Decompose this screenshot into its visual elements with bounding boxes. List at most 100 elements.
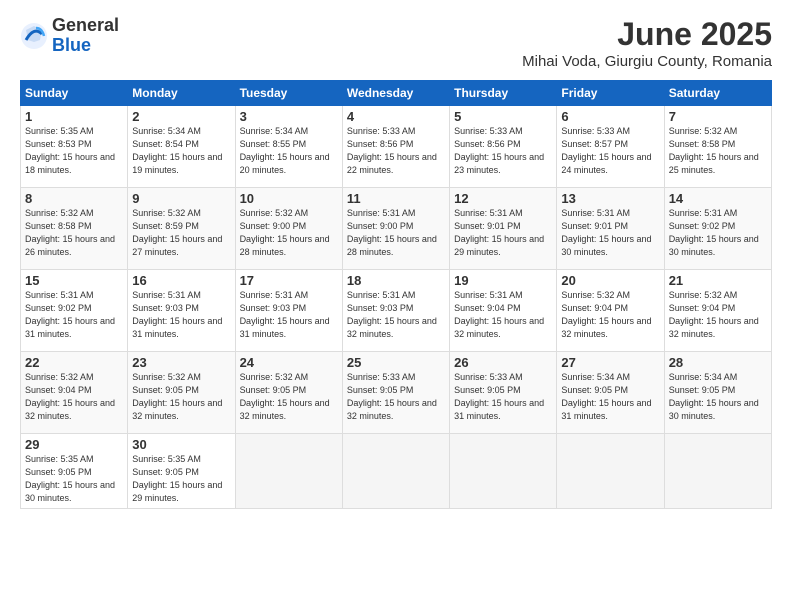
logo-icon bbox=[20, 22, 48, 50]
calendar-cell: 26Sunrise: 5:33 AM Sunset: 9:05 PM Dayli… bbox=[450, 352, 557, 434]
logo: General Blue bbox=[20, 16, 119, 56]
col-header-wednesday: Wednesday bbox=[342, 81, 449, 106]
day-info: Sunrise: 5:32 AM Sunset: 9:04 PM Dayligh… bbox=[25, 371, 123, 423]
calendar-cell: 18Sunrise: 5:31 AM Sunset: 9:03 PM Dayli… bbox=[342, 270, 449, 352]
day-info: Sunrise: 5:33 AM Sunset: 9:05 PM Dayligh… bbox=[347, 371, 445, 423]
calendar-cell: 5Sunrise: 5:33 AM Sunset: 8:56 PM Daylig… bbox=[450, 106, 557, 188]
day-number: 13 bbox=[561, 191, 659, 206]
day-number: 28 bbox=[669, 355, 767, 370]
calendar-cell: 28Sunrise: 5:34 AM Sunset: 9:05 PM Dayli… bbox=[664, 352, 771, 434]
day-number: 4 bbox=[347, 109, 445, 124]
calendar-cell: 21Sunrise: 5:32 AM Sunset: 9:04 PM Dayli… bbox=[664, 270, 771, 352]
day-number: 7 bbox=[669, 109, 767, 124]
day-number: 21 bbox=[669, 273, 767, 288]
day-info: Sunrise: 5:32 AM Sunset: 9:04 PM Dayligh… bbox=[669, 289, 767, 341]
col-header-monday: Monday bbox=[128, 81, 235, 106]
calendar-cell: 6Sunrise: 5:33 AM Sunset: 8:57 PM Daylig… bbox=[557, 106, 664, 188]
day-info: Sunrise: 5:31 AM Sunset: 9:02 PM Dayligh… bbox=[669, 207, 767, 259]
calendar-cell: 8Sunrise: 5:32 AM Sunset: 8:58 PM Daylig… bbox=[21, 188, 128, 270]
day-number: 16 bbox=[132, 273, 230, 288]
calendar-cell: 16Sunrise: 5:31 AM Sunset: 9:03 PM Dayli… bbox=[128, 270, 235, 352]
day-info: Sunrise: 5:31 AM Sunset: 9:02 PM Dayligh… bbox=[25, 289, 123, 341]
calendar-week-1: 1Sunrise: 5:35 AM Sunset: 8:53 PM Daylig… bbox=[21, 106, 772, 188]
day-number: 23 bbox=[132, 355, 230, 370]
day-number: 27 bbox=[561, 355, 659, 370]
calendar-header-row: SundayMondayTuesdayWednesdayThursdayFrid… bbox=[21, 81, 772, 106]
day-number: 5 bbox=[454, 109, 552, 124]
day-info: Sunrise: 5:31 AM Sunset: 9:03 PM Dayligh… bbox=[240, 289, 338, 341]
calendar-cell: 12Sunrise: 5:31 AM Sunset: 9:01 PM Dayli… bbox=[450, 188, 557, 270]
day-info: Sunrise: 5:32 AM Sunset: 9:05 PM Dayligh… bbox=[240, 371, 338, 423]
day-number: 1 bbox=[25, 109, 123, 124]
day-info: Sunrise: 5:35 AM Sunset: 9:05 PM Dayligh… bbox=[25, 453, 123, 505]
calendar-cell: 14Sunrise: 5:31 AM Sunset: 9:02 PM Dayli… bbox=[664, 188, 771, 270]
day-info: Sunrise: 5:34 AM Sunset: 8:54 PM Dayligh… bbox=[132, 125, 230, 177]
calendar-cell bbox=[342, 434, 449, 509]
logo-text: General Blue bbox=[52, 16, 119, 56]
logo-blue: Blue bbox=[52, 36, 119, 56]
day-number: 12 bbox=[454, 191, 552, 206]
day-info: Sunrise: 5:32 AM Sunset: 9:05 PM Dayligh… bbox=[132, 371, 230, 423]
calendar-cell: 9Sunrise: 5:32 AM Sunset: 8:59 PM Daylig… bbox=[128, 188, 235, 270]
calendar-cell: 2Sunrise: 5:34 AM Sunset: 8:54 PM Daylig… bbox=[128, 106, 235, 188]
day-number: 17 bbox=[240, 273, 338, 288]
day-number: 18 bbox=[347, 273, 445, 288]
page-header: General Blue June 2025 Mihai Voda, Giurg… bbox=[20, 16, 772, 70]
calendar-cell bbox=[235, 434, 342, 509]
month-title: June 2025 bbox=[522, 16, 772, 53]
day-number: 9 bbox=[132, 191, 230, 206]
day-number: 10 bbox=[240, 191, 338, 206]
day-number: 11 bbox=[347, 191, 445, 206]
calendar: SundayMondayTuesdayWednesdayThursdayFrid… bbox=[20, 80, 772, 509]
col-header-friday: Friday bbox=[557, 81, 664, 106]
col-header-tuesday: Tuesday bbox=[235, 81, 342, 106]
day-info: Sunrise: 5:31 AM Sunset: 9:04 PM Dayligh… bbox=[454, 289, 552, 341]
day-info: Sunrise: 5:33 AM Sunset: 8:57 PM Dayligh… bbox=[561, 125, 659, 177]
day-info: Sunrise: 5:33 AM Sunset: 9:05 PM Dayligh… bbox=[454, 371, 552, 423]
calendar-week-4: 22Sunrise: 5:32 AM Sunset: 9:04 PM Dayli… bbox=[21, 352, 772, 434]
col-header-thursday: Thursday bbox=[450, 81, 557, 106]
calendar-cell: 1Sunrise: 5:35 AM Sunset: 8:53 PM Daylig… bbox=[21, 106, 128, 188]
col-header-sunday: Sunday bbox=[21, 81, 128, 106]
day-info: Sunrise: 5:31 AM Sunset: 9:00 PM Dayligh… bbox=[347, 207, 445, 259]
day-info: Sunrise: 5:32 AM Sunset: 9:00 PM Dayligh… bbox=[240, 207, 338, 259]
calendar-cell: 10Sunrise: 5:32 AM Sunset: 9:00 PM Dayli… bbox=[235, 188, 342, 270]
calendar-cell: 13Sunrise: 5:31 AM Sunset: 9:01 PM Dayli… bbox=[557, 188, 664, 270]
calendar-cell: 30Sunrise: 5:35 AM Sunset: 9:05 PM Dayli… bbox=[128, 434, 235, 509]
location: Mihai Voda, Giurgiu County, Romania bbox=[522, 53, 772, 70]
day-number: 22 bbox=[25, 355, 123, 370]
day-info: Sunrise: 5:31 AM Sunset: 9:03 PM Dayligh… bbox=[132, 289, 230, 341]
day-number: 30 bbox=[132, 437, 230, 452]
day-number: 15 bbox=[25, 273, 123, 288]
day-number: 26 bbox=[454, 355, 552, 370]
calendar-cell: 27Sunrise: 5:34 AM Sunset: 9:05 PM Dayli… bbox=[557, 352, 664, 434]
day-info: Sunrise: 5:31 AM Sunset: 9:01 PM Dayligh… bbox=[561, 207, 659, 259]
calendar-cell: 20Sunrise: 5:32 AM Sunset: 9:04 PM Dayli… bbox=[557, 270, 664, 352]
day-number: 14 bbox=[669, 191, 767, 206]
calendar-week-5: 29Sunrise: 5:35 AM Sunset: 9:05 PM Dayli… bbox=[21, 434, 772, 509]
day-info: Sunrise: 5:31 AM Sunset: 9:03 PM Dayligh… bbox=[347, 289, 445, 341]
day-info: Sunrise: 5:34 AM Sunset: 8:55 PM Dayligh… bbox=[240, 125, 338, 177]
day-info: Sunrise: 5:34 AM Sunset: 9:05 PM Dayligh… bbox=[669, 371, 767, 423]
calendar-cell: 4Sunrise: 5:33 AM Sunset: 8:56 PM Daylig… bbox=[342, 106, 449, 188]
logo-general: General bbox=[52, 16, 119, 36]
calendar-cell: 15Sunrise: 5:31 AM Sunset: 9:02 PM Dayli… bbox=[21, 270, 128, 352]
calendar-week-3: 15Sunrise: 5:31 AM Sunset: 9:02 PM Dayli… bbox=[21, 270, 772, 352]
calendar-week-2: 8Sunrise: 5:32 AM Sunset: 8:58 PM Daylig… bbox=[21, 188, 772, 270]
day-number: 2 bbox=[132, 109, 230, 124]
day-info: Sunrise: 5:32 AM Sunset: 8:58 PM Dayligh… bbox=[25, 207, 123, 259]
day-info: Sunrise: 5:33 AM Sunset: 8:56 PM Dayligh… bbox=[347, 125, 445, 177]
day-number: 24 bbox=[240, 355, 338, 370]
calendar-cell bbox=[450, 434, 557, 509]
day-info: Sunrise: 5:32 AM Sunset: 9:04 PM Dayligh… bbox=[561, 289, 659, 341]
day-number: 8 bbox=[25, 191, 123, 206]
calendar-cell: 11Sunrise: 5:31 AM Sunset: 9:00 PM Dayli… bbox=[342, 188, 449, 270]
day-number: 6 bbox=[561, 109, 659, 124]
calendar-cell bbox=[557, 434, 664, 509]
day-number: 20 bbox=[561, 273, 659, 288]
day-number: 29 bbox=[25, 437, 123, 452]
calendar-cell: 19Sunrise: 5:31 AM Sunset: 9:04 PM Dayli… bbox=[450, 270, 557, 352]
title-block: June 2025 Mihai Voda, Giurgiu County, Ro… bbox=[522, 16, 772, 70]
day-info: Sunrise: 5:32 AM Sunset: 8:58 PM Dayligh… bbox=[669, 125, 767, 177]
day-number: 3 bbox=[240, 109, 338, 124]
